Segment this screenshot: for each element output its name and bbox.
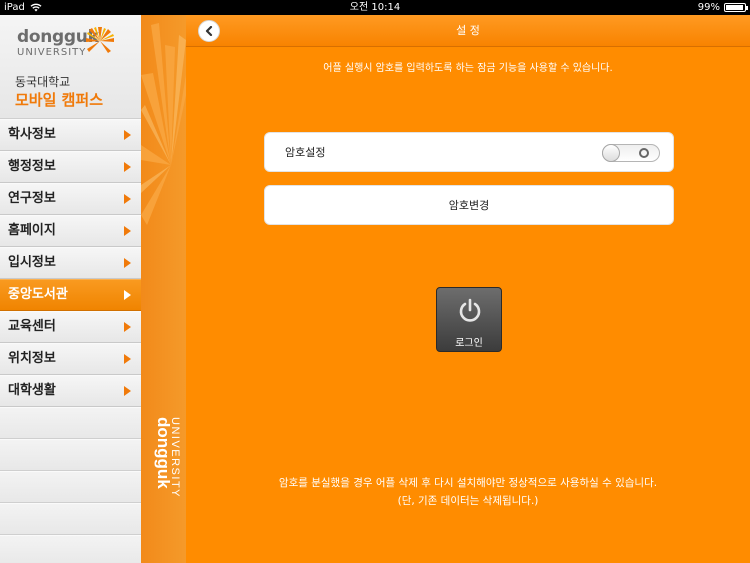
password-setting-row: 암호설정: [264, 132, 674, 172]
password-setting-label: 암호설정: [285, 146, 326, 159]
chevron-right-icon: [124, 290, 131, 300]
deco-brand-text: dongguk UNIVERSITY: [154, 417, 181, 498]
login-button[interactable]: 로그인: [436, 287, 502, 352]
logo-area: dongguk UNIVERSITY 동국대학교 모바일 캠퍼스: [0, 15, 141, 119]
sidebar-item-location[interactable]: 위치정보: [0, 343, 141, 375]
chevron-right-icon: [124, 258, 131, 268]
chevron-right-icon: [124, 354, 131, 364]
sidebar-item-label: 행정정보: [8, 159, 56, 174]
empty-row: [0, 471, 141, 503]
empty-row: [0, 503, 141, 535]
page-title: 설 정: [456, 24, 480, 37]
chevron-right-icon: [124, 194, 131, 204]
sidebar-item-campus-life[interactable]: 대학생활: [0, 375, 141, 407]
power-icon: [459, 298, 481, 322]
nav-bar: 설 정: [186, 15, 750, 47]
notice-line-2: (단, 기존 데이터는 삭제됩니다.): [397, 495, 539, 507]
chevron-right-icon: [124, 162, 131, 172]
battery-percent: 99%: [697, 2, 720, 13]
sunburst-decoration: [141, 23, 186, 225]
sidebar-item-academic[interactable]: 학사정보: [0, 119, 141, 151]
chevron-right-icon: [124, 386, 131, 396]
status-time: 오전 10:14: [349, 2, 401, 13]
deco-univ: UNIVERSITY: [169, 417, 181, 498]
sidebar: dongguk UNIVERSITY 동국대학교 모바일 캠퍼스 학사정보 행정…: [0, 15, 141, 563]
toggle-off-icon: [639, 148, 649, 158]
logo-university: UNIVERSITY: [17, 47, 87, 58]
sidebar-item-label: 홈페이지: [8, 223, 56, 238]
password-lost-notice: 암호를 분실했을 경우 어플 삭제 후 다시 설치해야만 정상적으로 사용하실 …: [186, 474, 750, 510]
status-bar: iPad 오전 10:14 99%: [0, 0, 750, 15]
password-change-button[interactable]: 암호변경: [264, 185, 674, 225]
campus-line-2: 모바일 캠퍼스: [15, 91, 104, 109]
sidebar-item-label: 입시정보: [8, 255, 56, 270]
sidebar-item-library[interactable]: 중앙도서관: [0, 279, 141, 311]
empty-row: [0, 407, 141, 439]
sidebar-item-label: 중앙도서관: [8, 287, 68, 302]
login-label: 로그인: [455, 338, 483, 349]
dongguk-logo-icon: [86, 27, 114, 53]
chevron-right-icon: [124, 322, 131, 332]
empty-row: [0, 439, 141, 471]
password-toggle[interactable]: [602, 144, 660, 162]
sidebar-item-label: 위치정보: [8, 351, 56, 366]
sidebar-item-research[interactable]: 연구정보: [0, 183, 141, 215]
sidebar-item-label: 연구정보: [8, 191, 56, 206]
chevron-right-icon: [124, 226, 131, 236]
password-change-label: 암호변경: [448, 199, 490, 212]
sidebar-item-education-center[interactable]: 교육센터: [0, 311, 141, 343]
decorative-strip: dongguk UNIVERSITY: [141, 15, 186, 563]
battery-icon: [724, 3, 748, 12]
sidebar-item-label: 대학생활: [8, 383, 56, 398]
sidebar-item-administration[interactable]: 행정정보: [0, 151, 141, 183]
settings-panel: 설 정 어플 실행시 암호를 입력하도록 하는 잠금 기능을 사용할 수 있습니…: [186, 15, 750, 563]
campus-line-1: 동국대학교: [15, 75, 71, 89]
empty-row: [0, 535, 141, 563]
sidebar-item-label: 교육센터: [8, 319, 56, 334]
chevron-right-icon: [124, 130, 131, 140]
sidebar-item-label: 학사정보: [8, 127, 56, 142]
lock-info-text: 어플 실행시 암호를 입력하도록 하는 잠금 기능을 사용할 수 있습니다.: [323, 63, 613, 74]
notice-line-1: 암호를 분실했을 경우 어플 삭제 후 다시 설치해야만 정상적으로 사용하실 …: [278, 477, 658, 489]
sidebar-item-homepage[interactable]: 홈페이지: [0, 215, 141, 247]
toggle-knob: [602, 144, 620, 162]
sidebar-item-admission[interactable]: 입시정보: [0, 247, 141, 279]
